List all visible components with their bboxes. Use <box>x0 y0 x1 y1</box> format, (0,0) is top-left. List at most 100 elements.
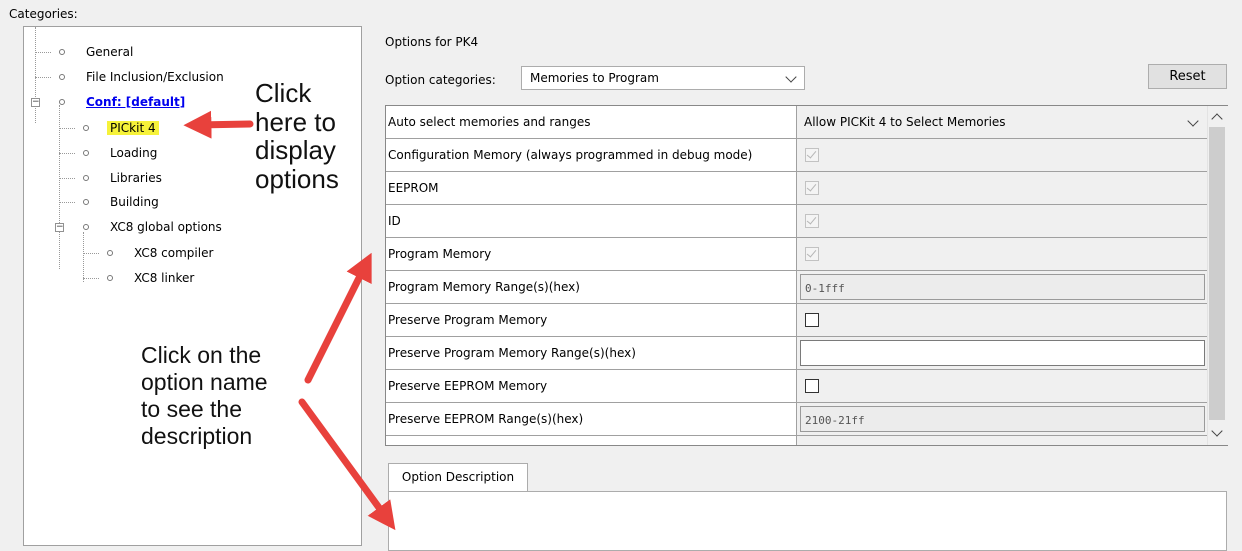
option-name[interactable]: Preserve EEPROM Range(s)(hex) <box>386 403 797 436</box>
tree-line <box>59 178 75 179</box>
table-row <box>386 436 1208 445</box>
table-row: Auto select memories and ranges Allow PI… <box>386 106 1208 139</box>
option-name[interactable]: Preserve Program Memory <box>386 304 797 337</box>
option-value-text: Allow PICKit 4 to Select Memories <box>804 115 1006 129</box>
option-value <box>797 304 1208 337</box>
option-name[interactable]: Auto select memories and ranges <box>386 106 797 139</box>
options-for-label: Options for PK4 <box>385 35 479 49</box>
categories-label: Categories: <box>9 7 78 21</box>
preserve-program-memory-checkbox[interactable] <box>805 313 819 327</box>
tree-item-file-inclusion[interactable]: File Inclusion/Exclusion <box>86 69 224 85</box>
annotation-line: Click on the <box>141 342 262 368</box>
tree-item-libraries[interactable]: Libraries <box>110 170 162 186</box>
option-value <box>797 205 1208 238</box>
tree-item-pickit4-label: PICkit 4 <box>107 121 159 135</box>
option-value: 0-1fff <box>797 271 1208 304</box>
tree-item-conf[interactable]: Conf: [default] <box>86 94 185 110</box>
annotation-line: description <box>141 422 253 449</box>
annotation-click-here: Click here to display options <box>255 79 339 193</box>
options-grid: Auto select memories and ranges Allow PI… <box>385 105 1228 446</box>
annotation-line: Click <box>255 78 312 108</box>
table-row: Configuration Memory (always programmed … <box>386 139 1208 172</box>
table-row: EEPROM <box>386 172 1208 205</box>
checkbox-disabled <box>805 148 819 162</box>
tree-item-general[interactable]: General <box>86 44 133 60</box>
option-categories-value: Memories to Program <box>530 71 659 85</box>
option-value <box>797 436 1208 445</box>
annotation-line: here to <box>255 106 336 137</box>
annotation-line: to see the <box>141 395 243 422</box>
node-icon <box>107 275 113 281</box>
tree-line <box>83 278 99 279</box>
range-text: 2100-21ff <box>805 414 865 427</box>
checkbox-disabled <box>805 181 819 195</box>
tree-line <box>83 232 84 282</box>
tree-item-xc8-global[interactable]: XC8 global options <box>110 219 222 235</box>
table-row: Preserve Program Memory <box>386 304 1208 337</box>
tree-item-loading[interactable]: Loading <box>110 145 157 161</box>
tab-option-description[interactable]: Option Description <box>388 463 528 492</box>
tree-item-xc8-compiler[interactable]: XC8 compiler <box>134 245 213 261</box>
option-value-dropdown[interactable]: Allow PICKit 4 to Select Memories <box>797 106 1208 139</box>
collapse-icon[interactable]: − <box>31 98 40 107</box>
reset-button[interactable]: Reset <box>1148 64 1227 89</box>
tree-line <box>59 202 75 203</box>
node-icon <box>107 250 113 256</box>
node-icon <box>83 199 89 205</box>
option-name[interactable]: Preserve EEPROM Memory <box>386 370 797 403</box>
option-name[interactable]: Configuration Memory (always programmed … <box>386 139 797 172</box>
range-text: 0-1fff <box>805 282 845 295</box>
checkbox-disabled <box>805 247 819 261</box>
range-field-disabled: 2100-21ff <box>800 406 1205 432</box>
node-icon <box>59 74 65 80</box>
option-categories-dropdown[interactable]: Memories to Program <box>521 66 805 90</box>
chevron-down-icon <box>1187 115 1199 127</box>
table-row: ID <box>386 205 1208 238</box>
table-row: Preserve EEPROM Memory <box>386 370 1208 403</box>
option-name[interactable]: Program Memory <box>386 238 797 271</box>
preserve-range-input[interactable] <box>800 340 1205 366</box>
tree-item-pickit4[interactable]: PICkit 4 <box>107 120 159 136</box>
tree-line <box>35 77 51 78</box>
node-icon <box>83 175 89 181</box>
tree-line <box>59 128 75 129</box>
option-name[interactable] <box>386 436 797 445</box>
option-value <box>797 238 1208 271</box>
option-value <box>797 337 1208 370</box>
tree-line <box>35 52 51 53</box>
option-name[interactable]: ID <box>386 205 797 238</box>
chevron-down-icon <box>785 71 797 83</box>
node-icon <box>83 150 89 156</box>
option-value <box>797 139 1208 172</box>
annotation-line: options <box>255 163 339 194</box>
tree-line <box>35 27 36 123</box>
tree-line <box>59 153 75 154</box>
tree-line <box>59 105 60 269</box>
scroll-thumb[interactable] <box>1209 127 1225 420</box>
node-icon <box>83 224 89 230</box>
tree-line <box>83 253 99 254</box>
option-name[interactable]: Program Memory Range(s)(hex) <box>386 271 797 304</box>
option-value <box>797 172 1208 205</box>
node-icon <box>59 99 65 105</box>
node-icon <box>83 125 89 131</box>
preserve-eeprom-checkbox[interactable] <box>805 379 819 393</box>
option-value: 2100-21ff <box>797 403 1208 436</box>
node-icon <box>59 49 65 55</box>
option-description-area <box>388 491 1227 551</box>
checkbox-disabled <box>805 214 819 228</box>
tree-item-xc8-linker[interactable]: XC8 linker <box>134 270 194 286</box>
option-categories-label: Option categories: <box>385 73 496 87</box>
collapse-icon[interactable]: − <box>55 223 64 232</box>
table-row: Preserve EEPROM Range(s)(hex) 2100-21ff <box>386 403 1208 436</box>
table-row: Program Memory <box>386 238 1208 271</box>
tree-item-building[interactable]: Building <box>110 194 159 210</box>
annotation-line: display <box>255 135 336 166</box>
annotation-click-option: Click on the option name to see the desc… <box>141 342 268 450</box>
table-row: Program Memory Range(s)(hex) 0-1fff <box>386 271 1208 304</box>
option-value <box>797 370 1208 403</box>
option-name[interactable]: EEPROM <box>386 172 797 205</box>
annotation-line: option name <box>141 368 268 395</box>
table-row: Preserve Program Memory Range(s)(hex) <box>386 337 1208 370</box>
option-name[interactable]: Preserve Program Memory Range(s)(hex) <box>386 337 797 370</box>
